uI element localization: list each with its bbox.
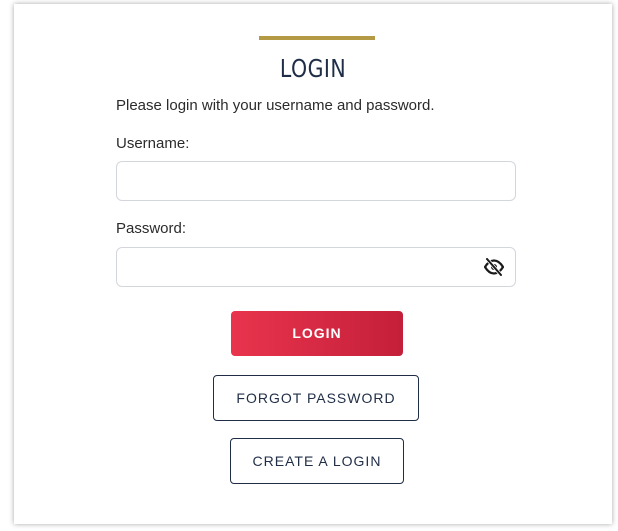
forgot-password-button[interactable]: FORGOT PASSWORD xyxy=(213,375,419,421)
password-label: Password: xyxy=(116,220,187,237)
eye-slash-icon[interactable] xyxy=(483,257,505,277)
password-input[interactable] xyxy=(116,247,516,287)
username-input[interactable] xyxy=(116,161,516,201)
title-accent-bar xyxy=(259,36,375,40)
login-instructions: Please login with your username and pass… xyxy=(116,97,435,114)
username-label: Username: xyxy=(116,135,190,152)
create-login-button[interactable]: CREATE A LOGIN xyxy=(230,438,404,484)
login-card: LOGIN Please login with your username an… xyxy=(14,4,612,524)
eye-slash-svg xyxy=(483,257,505,277)
login-button[interactable]: LOGIN xyxy=(231,311,403,356)
page-title: LOGIN xyxy=(279,54,347,83)
